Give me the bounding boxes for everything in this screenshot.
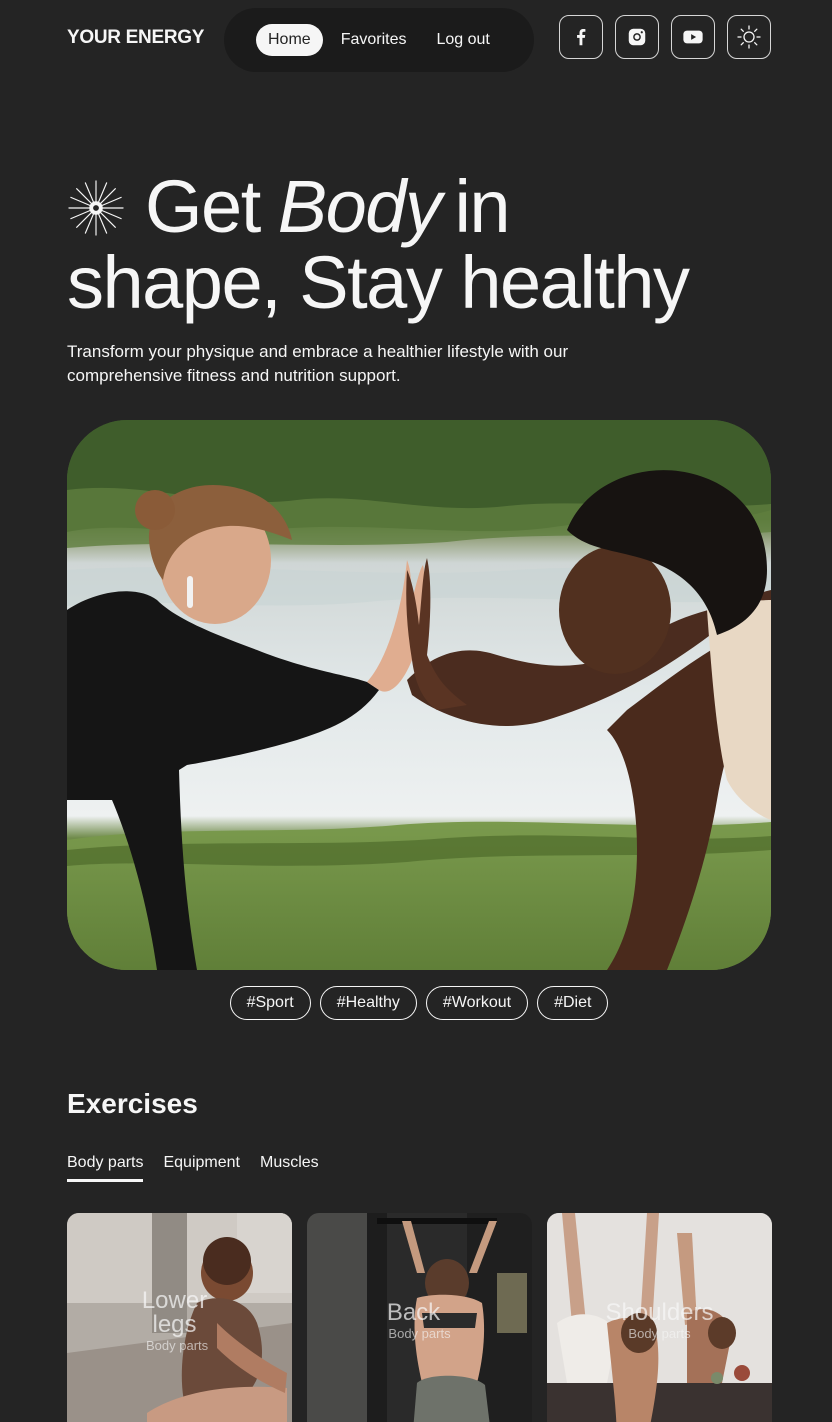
- nav-home-link[interactable]: Home: [256, 24, 323, 56]
- nav-favorites-link[interactable]: Favorites: [329, 24, 419, 56]
- tag-chip: #Healthy: [319, 986, 417, 1020]
- instagram-button[interactable]: [615, 15, 659, 59]
- site-header: YOUR ENERGY Home Favorites Log out: [67, 8, 771, 72]
- hero-title-line-2: shape, Stay healthy: [67, 241, 690, 324]
- card-title: Lower legs: [141, 1287, 208, 1338]
- hero-subtitle: Transform your physique and embrace a he…: [67, 342, 569, 385]
- youtube-button[interactable]: [671, 15, 715, 59]
- tag-chip: #Diet: [537, 986, 609, 1020]
- hero-title-emphasis: Body: [277, 165, 442, 248]
- exercise-card-lower-legs[interactable]: Lower legs Body parts: [67, 1213, 292, 1422]
- social-links: [559, 15, 771, 59]
- facebook-button[interactable]: [559, 15, 603, 59]
- nav-logout-link[interactable]: Log out: [424, 24, 501, 56]
- theme-toggle-button[interactable]: [727, 15, 771, 59]
- card-category: Body parts: [628, 1326, 691, 1341]
- sparkle-icon: [68, 180, 124, 236]
- facebook-icon: [577, 29, 586, 46]
- card-title: Shoulders: [605, 1299, 714, 1326]
- hero-title-line-1: Get Body in: [67, 168, 787, 246]
- hero-tags: #Sport #Healthy #Workout #Diet: [0, 986, 832, 1020]
- main-nav: Home Favorites Log out: [224, 8, 534, 72]
- exercise-card-shoulders[interactable]: Shoulders Body parts: [547, 1213, 772, 1422]
- sun-icon: [737, 25, 761, 49]
- exercise-card-back[interactable]: Back Body parts: [307, 1213, 532, 1422]
- instagram-icon: [628, 28, 646, 46]
- filter-body-parts-tab[interactable]: Body parts: [67, 1154, 144, 1182]
- hero-title: Get Body in shape, Stay healthy: [67, 168, 787, 320]
- card-label: Back Body parts: [307, 1299, 532, 1342]
- card-title: Back: [386, 1299, 441, 1326]
- tag-chip: #Sport: [229, 986, 311, 1020]
- exercise-cards: Lower legs Body parts Back Body parts Sh…: [67, 1213, 772, 1422]
- card-category: Body parts: [388, 1326, 451, 1341]
- card-category: Body parts: [146, 1338, 209, 1353]
- hero-image: [67, 420, 771, 970]
- hero-title-word: in: [454, 165, 510, 248]
- card-label: Shoulders Body parts: [547, 1299, 772, 1342]
- logo[interactable]: YOUR ENERGY: [67, 27, 204, 49]
- hero-title-word: Get: [145, 165, 261, 248]
- card-label: Lower legs Body parts: [67, 1287, 292, 1354]
- exercise-filters: Body parts Equipment Muscles: [67, 1154, 319, 1182]
- filter-muscles-tab[interactable]: Muscles: [260, 1154, 319, 1182]
- exercises-title: Exercises: [67, 1088, 198, 1119]
- tag-chip: #Workout: [425, 986, 529, 1020]
- youtube-icon: [683, 30, 703, 44]
- filter-equipment-tab[interactable]: Equipment: [163, 1154, 240, 1182]
